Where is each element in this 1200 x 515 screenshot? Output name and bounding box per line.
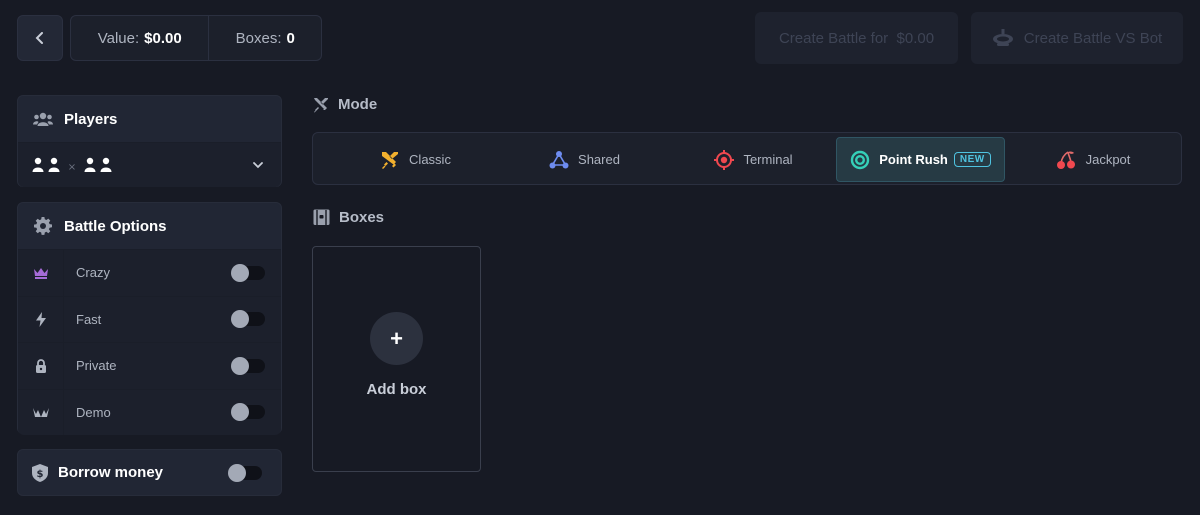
option-fast: Fast xyxy=(18,295,281,342)
boxes-title: Boxes xyxy=(339,209,385,226)
boxes-label: Boxes: xyxy=(235,29,282,47)
create-battle-vs-bot-button[interactable]: Create Battle VS Bot xyxy=(971,12,1183,64)
mode-jackpot-label: Jackpot xyxy=(1085,152,1131,167)
battle-options-title: Battle Options xyxy=(64,217,167,235)
players-panel: Players × xyxy=(17,95,282,187)
crazy-toggle[interactable] xyxy=(231,263,265,282)
mode-point-rush-label: Point Rush xyxy=(879,152,948,167)
chevron-left-icon xyxy=(35,32,43,44)
players-separator: × xyxy=(68,162,76,173)
add-box-card[interactable]: + Add box xyxy=(312,246,481,472)
lock-icon xyxy=(18,343,64,389)
mode-classic[interactable]: Classic xyxy=(331,137,500,182)
players-header: Players xyxy=(18,96,281,142)
option-fast-label: Fast xyxy=(76,311,102,327)
boxes-icon xyxy=(313,209,330,225)
mode-terminal-label: Terminal xyxy=(743,152,793,167)
lightning-icon xyxy=(18,296,64,342)
plus-symbol: + xyxy=(390,325,403,351)
option-crazy: Crazy xyxy=(18,249,281,296)
option-demo-label: Demo xyxy=(76,404,111,420)
mode-classic-label: Classic xyxy=(409,152,451,167)
private-toggle[interactable] xyxy=(231,356,265,375)
mode-terminal[interactable]: Terminal xyxy=(669,137,838,182)
share-icon xyxy=(549,150,569,168)
option-private: Private xyxy=(18,342,281,389)
mode-point-rush[interactable]: Point Rush NEW xyxy=(836,137,1005,182)
players-select[interactable]: × xyxy=(18,142,281,187)
ring-icon xyxy=(851,150,870,169)
cherry-icon xyxy=(1056,150,1075,169)
boxes-count: 0 xyxy=(286,29,295,47)
plus-icon: + xyxy=(370,312,423,365)
back-button[interactable] xyxy=(17,15,63,61)
players-team-icon: × xyxy=(32,157,112,173)
boxes-stat: Boxes: 0 xyxy=(209,16,321,60)
toggle-knob xyxy=(231,263,249,282)
mode-shared[interactable]: Shared xyxy=(500,137,669,182)
mode-title: Mode xyxy=(338,96,378,113)
battle-options-panel: Battle Options Crazy Fast Private Demo xyxy=(17,202,282,435)
swords-icon xyxy=(382,151,399,169)
battle-options-header: Battle Options xyxy=(18,203,281,249)
players-title: Players xyxy=(64,110,118,128)
new-badge: NEW xyxy=(953,152,991,167)
mode-selector: Classic Shared Terminal Point Rush NEW J… xyxy=(312,132,1182,185)
mode-shared-label: Shared xyxy=(578,152,620,167)
borrow-money-label: Borrow money xyxy=(58,464,164,481)
borrow-money-panel: $ Borrow money xyxy=(17,449,282,496)
fast-toggle[interactable] xyxy=(231,310,265,329)
mode-jackpot[interactable]: Jackpot xyxy=(1008,137,1177,182)
svg-text:$: $ xyxy=(37,469,44,480)
value-stat: Value: $0.00 xyxy=(71,16,210,60)
value-label: Value: xyxy=(97,29,140,47)
create-battle-button[interactable]: Create Battle for $0.00 xyxy=(755,12,958,64)
toggle-knob xyxy=(231,403,249,422)
battle-summary: Value: $0.00 Boxes: 0 xyxy=(70,15,322,61)
demo-toggle[interactable] xyxy=(231,403,265,422)
mode-heading: Mode xyxy=(313,96,377,113)
toggle-knob xyxy=(231,310,249,329)
toggle-knob xyxy=(228,463,246,482)
shield-dollar-icon: $ xyxy=(32,463,48,482)
create-bot-label: Create Battle VS Bot xyxy=(1023,29,1163,47)
target-icon xyxy=(714,149,735,170)
value-amount: $0.00 xyxy=(144,29,182,47)
gear-icon xyxy=(32,217,54,235)
users-icon xyxy=(32,111,54,127)
boxes-heading: Boxes xyxy=(313,209,384,226)
option-private-label: Private xyxy=(76,358,117,374)
demo-icon xyxy=(18,389,64,435)
option-demo: Demo xyxy=(18,388,281,435)
crown-icon xyxy=(18,250,64,296)
create-battle-label: Create Battle for $0.00 xyxy=(778,29,935,47)
toggle-knob xyxy=(231,356,249,375)
add-box-label: Add box xyxy=(366,381,427,398)
option-crazy-label: Crazy xyxy=(76,265,110,281)
chevron-down-icon xyxy=(253,161,263,168)
swords-icon xyxy=(314,97,328,113)
bot-icon xyxy=(992,29,1013,46)
borrow-money-toggle[interactable] xyxy=(228,463,262,482)
